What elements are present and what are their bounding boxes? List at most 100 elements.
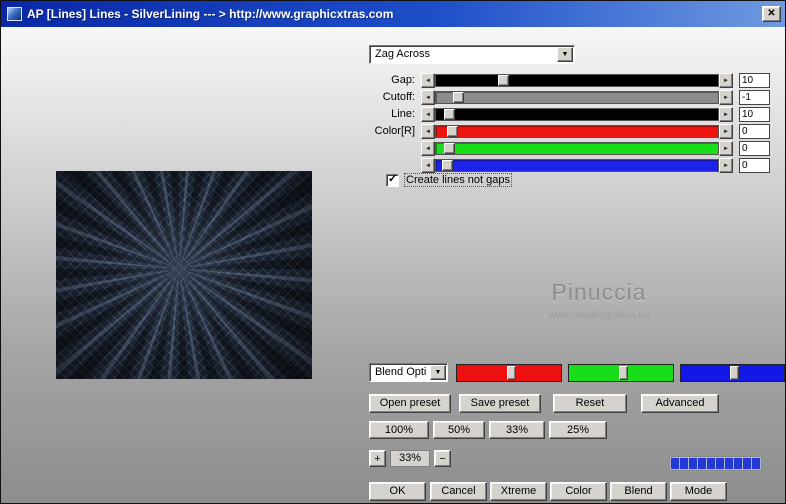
progress-segment bbox=[716, 458, 724, 469]
color-g-slider-row: ◄ ► 0 bbox=[341, 141, 773, 156]
zoom-50-button[interactable]: 50% bbox=[433, 421, 485, 439]
blend-red-thumb[interactable] bbox=[506, 366, 516, 380]
line-slider-row: Line: ◄ ► 10 bbox=[341, 107, 773, 122]
reset-button[interactable]: Reset bbox=[553, 394, 627, 413]
preview-image[interactable] bbox=[56, 171, 312, 379]
create-lines-label[interactable]: Create lines not gaps bbox=[404, 173, 512, 187]
blend-options-value: Blend Opti bbox=[375, 366, 427, 378]
zoom-33-button[interactable]: 33% bbox=[489, 421, 545, 439]
zoom-in-button[interactable]: + bbox=[369, 450, 386, 467]
check-icon: ✓ bbox=[388, 172, 398, 185]
slider-left-arrow-icon[interactable]: ◄ bbox=[421, 124, 435, 139]
blend-button[interactable]: Blend bbox=[610, 482, 667, 501]
blend-green-slider[interactable] bbox=[568, 364, 674, 382]
client-area: Zag Across ▼ Gap: ◄ ► 10 Cutoff: ◄ ► -1 … bbox=[1, 27, 785, 503]
slider-left-arrow-icon[interactable]: ◄ bbox=[421, 73, 435, 88]
zoom-100-button[interactable]: 100% bbox=[369, 421, 429, 439]
create-lines-option: ✓ Create lines not gaps bbox=[386, 173, 512, 187]
plugin-window: AP [Lines] Lines - SilverLining --- > ht… bbox=[0, 0, 786, 504]
cancel-button[interactable]: Cancel bbox=[430, 482, 487, 501]
zoom-out-button[interactable]: − bbox=[434, 450, 451, 467]
blend-green-thumb[interactable] bbox=[618, 366, 628, 380]
gap-slider-row: Gap: ◄ ► 10 bbox=[341, 73, 773, 88]
color-b-slider[interactable]: ◄ ► bbox=[421, 158, 733, 173]
color-b-slider-track[interactable] bbox=[435, 159, 719, 172]
line-slider-thumb[interactable] bbox=[444, 109, 456, 120]
color-g-slider[interactable]: ◄ ► bbox=[421, 141, 733, 156]
progress-segment bbox=[725, 458, 733, 469]
color-b-slider-row: ◄ ► 0 bbox=[341, 158, 773, 173]
blend-blue-thumb[interactable] bbox=[730, 366, 740, 380]
cutoff-slider-track[interactable] bbox=[435, 91, 719, 104]
progress-segment bbox=[707, 458, 715, 469]
xtreme-button[interactable]: Xtreme bbox=[490, 482, 547, 501]
color-g-slider-thumb[interactable] bbox=[444, 143, 456, 154]
progress-segment bbox=[689, 458, 697, 469]
watermark: Pinuccia www.maidiregrafica.eu bbox=[519, 279, 679, 321]
gap-slider-thumb[interactable] bbox=[498, 75, 510, 86]
color-r-slider-track[interactable] bbox=[435, 125, 719, 138]
app-icon bbox=[7, 7, 22, 21]
ok-button[interactable]: OK bbox=[369, 482, 426, 501]
gap-slider-track[interactable] bbox=[435, 74, 719, 87]
zoom-level-display: 33% bbox=[390, 450, 430, 467]
blend-red-slider[interactable] bbox=[456, 364, 562, 382]
cutoff-value-field[interactable]: -1 bbox=[739, 90, 770, 105]
color-button[interactable]: Color bbox=[550, 482, 607, 501]
gap-slider[interactable]: ◄ ► bbox=[421, 73, 733, 88]
progress-segment bbox=[680, 458, 688, 469]
window-title: AP [Lines] Lines - SilverLining --- > ht… bbox=[27, 7, 394, 21]
progress-bar bbox=[669, 456, 762, 471]
slider-right-arrow-icon[interactable]: ► bbox=[719, 73, 733, 88]
progress-segment bbox=[752, 458, 760, 469]
color-b-value-field[interactable]: 0 bbox=[739, 158, 770, 173]
color-r-label: Color[R] bbox=[374, 125, 415, 137]
advanced-button[interactable]: Advanced bbox=[641, 394, 719, 413]
zoom-25-button[interactable]: 25% bbox=[549, 421, 607, 439]
gap-label: Gap: bbox=[391, 74, 415, 86]
mode-button[interactable]: Mode bbox=[670, 482, 727, 501]
preset-dropdown-value: Zag Across bbox=[375, 48, 431, 60]
cutoff-label: Cutoff: bbox=[382, 91, 415, 103]
slider-right-arrow-icon[interactable]: ► bbox=[719, 107, 733, 122]
color-b-slider-thumb[interactable] bbox=[441, 160, 453, 171]
color-r-value-field[interactable]: 0 bbox=[739, 124, 770, 139]
cutoff-slider-thumb[interactable] bbox=[452, 92, 464, 103]
slider-right-arrow-icon[interactable]: ► bbox=[719, 124, 733, 139]
slider-right-arrow-icon[interactable]: ► bbox=[719, 141, 733, 156]
progress-segment bbox=[698, 458, 706, 469]
progress-segment bbox=[743, 458, 751, 469]
preset-dropdown[interactable]: Zag Across ▼ bbox=[369, 45, 575, 64]
progress-segment bbox=[671, 458, 679, 469]
watermark-name: Pinuccia bbox=[551, 279, 647, 305]
watermark-url: www.maidiregrafica.eu bbox=[548, 310, 650, 321]
open-preset-button[interactable]: Open preset bbox=[369, 394, 451, 413]
close-button[interactable]: ✕ bbox=[762, 6, 781, 22]
create-lines-checkbox[interactable]: ✓ bbox=[386, 172, 399, 187]
gap-value-field[interactable]: 10 bbox=[739, 73, 770, 88]
dropdown-arrow-icon[interactable]: ▼ bbox=[430, 365, 446, 380]
slider-left-arrow-icon[interactable]: ◄ bbox=[421, 141, 435, 156]
progress-segment bbox=[734, 458, 742, 469]
slider-left-arrow-icon[interactable]: ◄ bbox=[421, 90, 435, 105]
color-g-slider-track[interactable] bbox=[435, 142, 719, 155]
dropdown-arrow-icon[interactable]: ▼ bbox=[557, 47, 573, 62]
cutoff-slider-row: Cutoff: ◄ ► -1 bbox=[341, 90, 773, 105]
slider-left-arrow-icon[interactable]: ◄ bbox=[421, 107, 435, 122]
line-value-field[interactable]: 10 bbox=[739, 107, 770, 122]
color-r-slider-thumb[interactable] bbox=[447, 126, 459, 137]
blend-blue-slider[interactable] bbox=[680, 364, 785, 382]
slider-left-arrow-icon[interactable]: ◄ bbox=[421, 158, 435, 173]
slider-right-arrow-icon[interactable]: ► bbox=[719, 158, 733, 173]
blend-options-dropdown[interactable]: Blend Opti ▼ bbox=[369, 363, 448, 382]
cutoff-slider[interactable]: ◄ ► bbox=[421, 90, 733, 105]
save-preset-button[interactable]: Save preset bbox=[459, 394, 541, 413]
color-r-slider[interactable]: ◄ ► bbox=[421, 124, 733, 139]
color-g-value-field[interactable]: 0 bbox=[739, 141, 770, 156]
title-bar[interactable]: AP [Lines] Lines - SilverLining --- > ht… bbox=[1, 1, 785, 27]
color-r-slider-row: Color[R] ◄ ► 0 bbox=[341, 124, 773, 139]
line-label: Line: bbox=[391, 108, 415, 120]
line-slider[interactable]: ◄ ► bbox=[421, 107, 733, 122]
line-slider-track[interactable] bbox=[435, 108, 719, 121]
slider-right-arrow-icon[interactable]: ► bbox=[719, 90, 733, 105]
